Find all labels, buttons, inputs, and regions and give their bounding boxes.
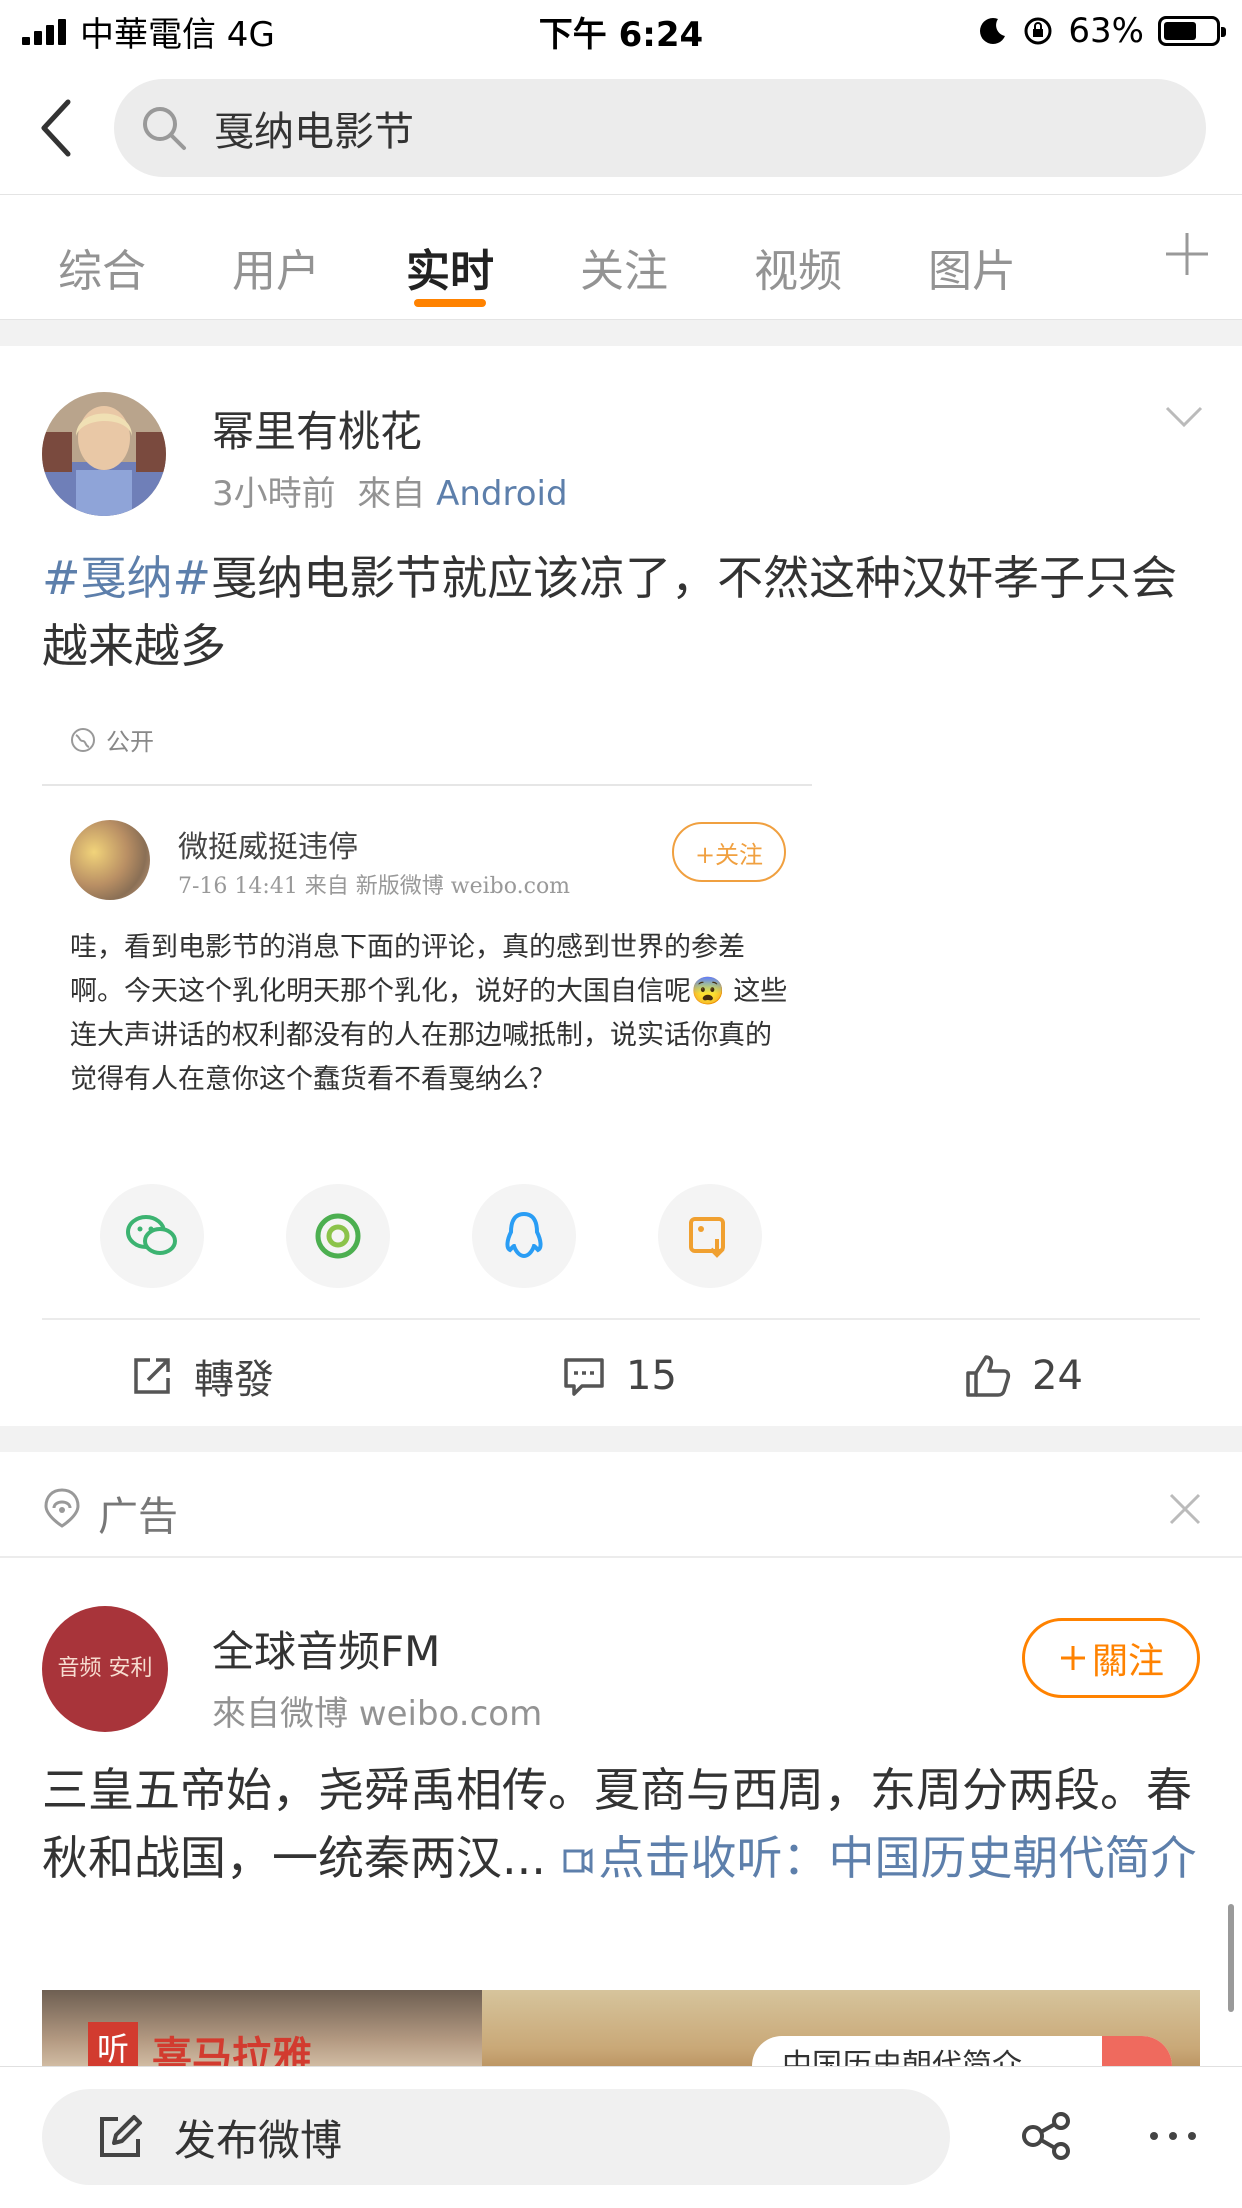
globe-icon xyxy=(71,727,95,752)
tab-videos[interactable]: 视频 xyxy=(754,235,842,299)
visibility-label: 公开 xyxy=(70,722,154,757)
ad-header: 广告 xyxy=(0,1452,1242,1558)
ximalaya-logo: 听 xyxy=(88,2022,138,2072)
plus-icon xyxy=(1060,1646,1085,1670)
save-image-icon xyxy=(658,1184,762,1288)
compose-label: 发布微博 xyxy=(174,2115,343,2165)
divider xyxy=(42,1318,1200,1320)
user-name[interactable]: 幂里有桃花 xyxy=(212,398,422,459)
comment-count: 15 xyxy=(626,1353,677,1399)
battery-icon xyxy=(1158,16,1226,46)
ad-banner[interactable]: 听 喜马拉雅 中国历史朝代简介 xyxy=(42,1990,1200,2074)
close-icon[interactable] xyxy=(1168,1492,1202,1526)
status-bar: 中華電信 4G 下午 6:24 63% xyxy=(0,0,1242,62)
signal-icon xyxy=(22,17,66,45)
ad-link-text: 点击收听：中国历史朝代简介 xyxy=(598,1831,1197,1885)
embedded-share-row xyxy=(56,1184,776,1290)
avatar xyxy=(70,820,150,900)
divider xyxy=(42,784,812,786)
post-source[interactable]: Android xyxy=(436,474,567,514)
banner-left: 听 喜马拉雅 xyxy=(42,1990,482,2074)
wechat-icon xyxy=(100,1184,204,1288)
chevron-left-icon xyxy=(41,99,71,157)
embedded-body: 哇，看到电影节的消息下面的评论，真的感到世界的参差啊。今天这个乳化明天那个乳化，… xyxy=(70,932,788,1095)
search-query: 戛纳电影节 xyxy=(214,109,414,155)
ad-icon xyxy=(44,1488,80,1528)
from-label: 來自 xyxy=(357,474,426,514)
post-meta: 3小時前 來自 Android xyxy=(212,466,568,515)
search-header: 戛纳电影节 xyxy=(0,62,1242,194)
more-button[interactable] xyxy=(1138,2101,1208,2171)
post-text: #戛纳#戛纳电影节就应该凉了，不然这种汉奸孝子只会越来越多 xyxy=(42,544,1202,680)
search-input[interactable]: 戛纳电影节 xyxy=(114,79,1206,177)
comment-icon xyxy=(564,1358,604,1396)
embedded-follow-button: +关注 xyxy=(672,822,786,882)
ad-card: 广告 音频 安利 全球音频FM 來自微博 weibo.com 關注 三皇五帝始，… xyxy=(0,1452,1242,2074)
post-actions: 轉發 15 24 xyxy=(0,1326,1242,1426)
tab-following[interactable]: 关注 xyxy=(580,235,668,299)
more-icon xyxy=(1150,2132,1196,2140)
rotation-lock-icon xyxy=(1024,17,1052,45)
comment-button[interactable]: 15 xyxy=(562,1326,677,1426)
tab-images[interactable]: 图片 xyxy=(928,235,1016,299)
edit-icon xyxy=(100,2115,142,2157)
topic-link[interactable]: #戛纳# xyxy=(42,551,211,605)
ad-user-name[interactable]: 全球音频FM xyxy=(212,1618,440,1679)
post-time: 3小時前 xyxy=(212,474,336,514)
banner-right: 中国历史朝代简介 xyxy=(482,1990,1200,2074)
back-button[interactable] xyxy=(26,88,86,168)
tab-users[interactable]: 用户 xyxy=(232,235,320,299)
tab-comprehensive[interactable]: 综合 xyxy=(58,235,146,299)
search-icon xyxy=(143,107,186,150)
post-body: 戛纳电影节就应该凉了，不然这种汉奸孝子只会越来越多 xyxy=(42,551,1178,673)
compose-button[interactable]: 发布微博 xyxy=(42,2089,950,2185)
audio-link-icon xyxy=(563,1848,592,1874)
do-not-disturb-icon xyxy=(980,18,1006,44)
ad-meta: 來自微博 weibo.com xyxy=(212,1694,543,1734)
bottom-bar: 发布微博 xyxy=(0,2066,1242,2208)
repost-icon xyxy=(134,1358,170,1394)
ad-label: 广告 xyxy=(98,1494,178,1540)
weibo-post: 幂里有桃花 3小時前 來自 Android #戛纳#戛纳电影节就应该凉了，不然这… xyxy=(0,346,1242,1426)
scrollbar[interactable] xyxy=(1228,1904,1234,2012)
ad-text: 三皇五帝始，尧舜禹相传。夏商与西周，东周分两段。春秋和战国，一统秦两汉... 点… xyxy=(42,1756,1202,1892)
carrier-label: 中華電信 4G xyxy=(80,14,275,55)
share-icon xyxy=(1022,2112,1070,2160)
thumbs-up-icon xyxy=(966,1355,1011,1397)
follow-label: 關注 xyxy=(1091,1641,1164,1682)
moments-icon xyxy=(286,1184,390,1288)
add-tab-icon[interactable] xyxy=(1156,223,1218,285)
chevron-down-icon[interactable] xyxy=(1164,404,1204,430)
avatar[interactable]: 音频 安利 xyxy=(42,1606,168,1732)
like-button[interactable]: 24 xyxy=(964,1326,1083,1426)
like-count: 24 xyxy=(1032,1353,1083,1399)
embedded-user-name: 微挺威挺违停 xyxy=(178,830,358,865)
share-button[interactable] xyxy=(1012,2101,1082,2171)
search-tabs: 综合 用户 实时 关注 视频 图片 xyxy=(0,194,1242,320)
repost-label: 轉發 xyxy=(194,1357,274,1403)
tab-realtime[interactable]: 实时 xyxy=(406,235,494,299)
avatar[interactable] xyxy=(42,392,166,516)
active-tab-indicator xyxy=(414,299,486,307)
ad-audio-link[interactable]: 点击收听：中国历史朝代简介 xyxy=(561,1831,1197,1885)
repost-button[interactable]: 轉發 xyxy=(130,1326,274,1426)
embedded-meta: 7-16 14:41 来自 新版微博 weibo.com xyxy=(178,874,571,899)
qq-icon xyxy=(472,1184,576,1288)
visibility-text: 公开 xyxy=(106,728,154,756)
follow-button[interactable]: 關注 xyxy=(1022,1618,1200,1698)
battery-percent: 63% xyxy=(1068,11,1144,51)
